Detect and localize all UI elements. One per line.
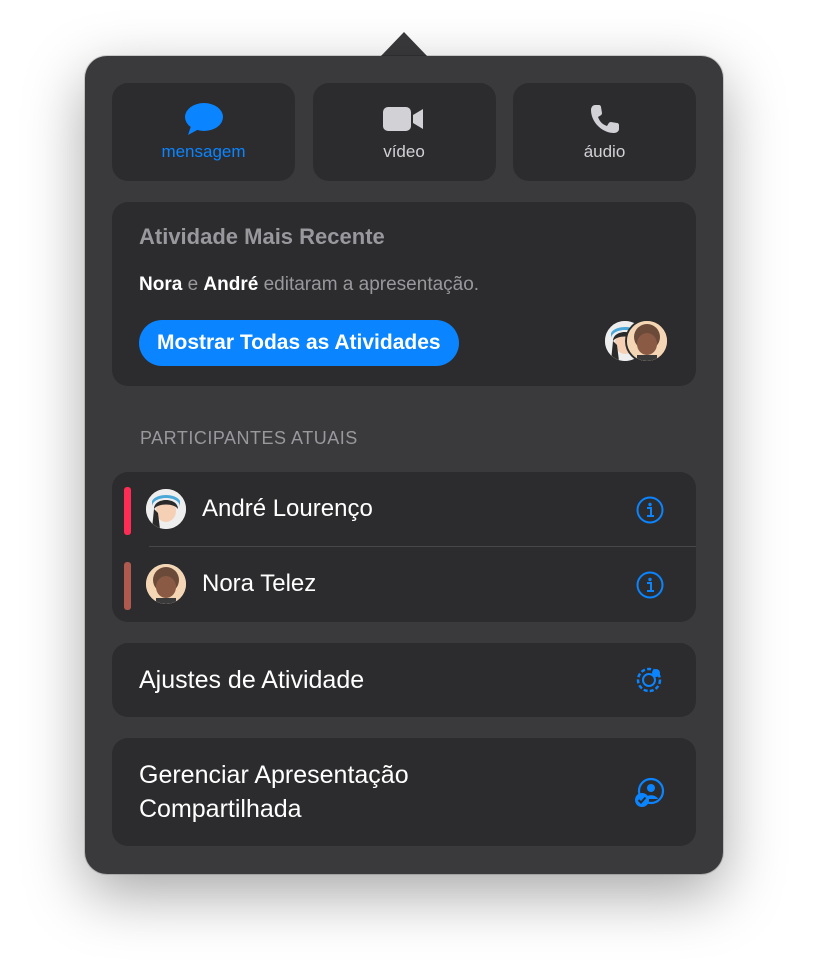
- conjunction-text: e: [182, 274, 204, 295]
- recent-activity-title: Atividade Mais Recente: [139, 224, 385, 249]
- info-icon[interactable]: [636, 496, 664, 524]
- person-checkmark-icon: [632, 776, 666, 810]
- message-label: mensagem: [161, 142, 246, 161]
- phone-icon: [589, 102, 621, 136]
- participant-color-bar: [124, 487, 131, 535]
- audio-label: áudio: [583, 142, 626, 161]
- contact-actions: mensagem vídeo áudio: [112, 83, 696, 181]
- audio-button[interactable]: áudio: [513, 83, 696, 181]
- video-label: vídeo: [383, 142, 425, 161]
- info-icon[interactable]: [636, 571, 664, 599]
- activity-text: editaram a apresentação.: [258, 274, 480, 295]
- editor-avatar-stack: [603, 319, 673, 363]
- participants-section-header: PARTICIPANTES ATUAIS: [140, 428, 358, 448]
- video-camera-icon: [383, 102, 425, 136]
- message-bubble-icon: [184, 102, 224, 136]
- manage-label-line2: Compartilhada: [139, 795, 302, 823]
- participant-avatar: [146, 564, 186, 604]
- activity-settings-button[interactable]: Ajustes de Atividade: [112, 643, 696, 717]
- participant-name: André Lourenço: [202, 495, 373, 522]
- gear-person-icon: [632, 663, 666, 697]
- manage-shared-presentation-label: Gerenciar Apresentação Compartilhada: [139, 758, 409, 826]
- participant-avatar: [146, 489, 186, 529]
- participant-row[interactable]: Nora Telez: [112, 547, 696, 622]
- show-all-activities-button[interactable]: Mostrar Todas as Atividades: [139, 320, 459, 366]
- recent-activity-description: Nora e André editaram a apresentação.: [139, 274, 479, 296]
- recent-activity-card: Atividade Mais Recente Nora e André edit…: [112, 202, 696, 386]
- editor-name-nora: Nora: [139, 274, 183, 295]
- participant-name: Nora Telez: [202, 570, 317, 597]
- video-button[interactable]: vídeo: [312, 83, 496, 181]
- popover-arrow: [380, 32, 428, 57]
- activity-settings-label: Ajustes de Atividade: [139, 666, 365, 694]
- manage-shared-presentation-button[interactable]: Gerenciar Apresentação Compartilhada: [112, 738, 696, 846]
- participants-list: André Lourenço Nora Telez: [112, 472, 696, 622]
- collaboration-popover: mensagem vídeo áudio Atividade Mais Rece…: [85, 56, 723, 874]
- nora-avatar: [625, 319, 669, 363]
- message-button[interactable]: mensagem: [112, 83, 295, 181]
- manage-label-line1: Gerenciar Apresentação: [139, 761, 409, 789]
- participant-color-bar: [124, 562, 131, 610]
- participant-row[interactable]: André Lourenço: [112, 472, 696, 547]
- editor-name-andre: André: [203, 274, 259, 295]
